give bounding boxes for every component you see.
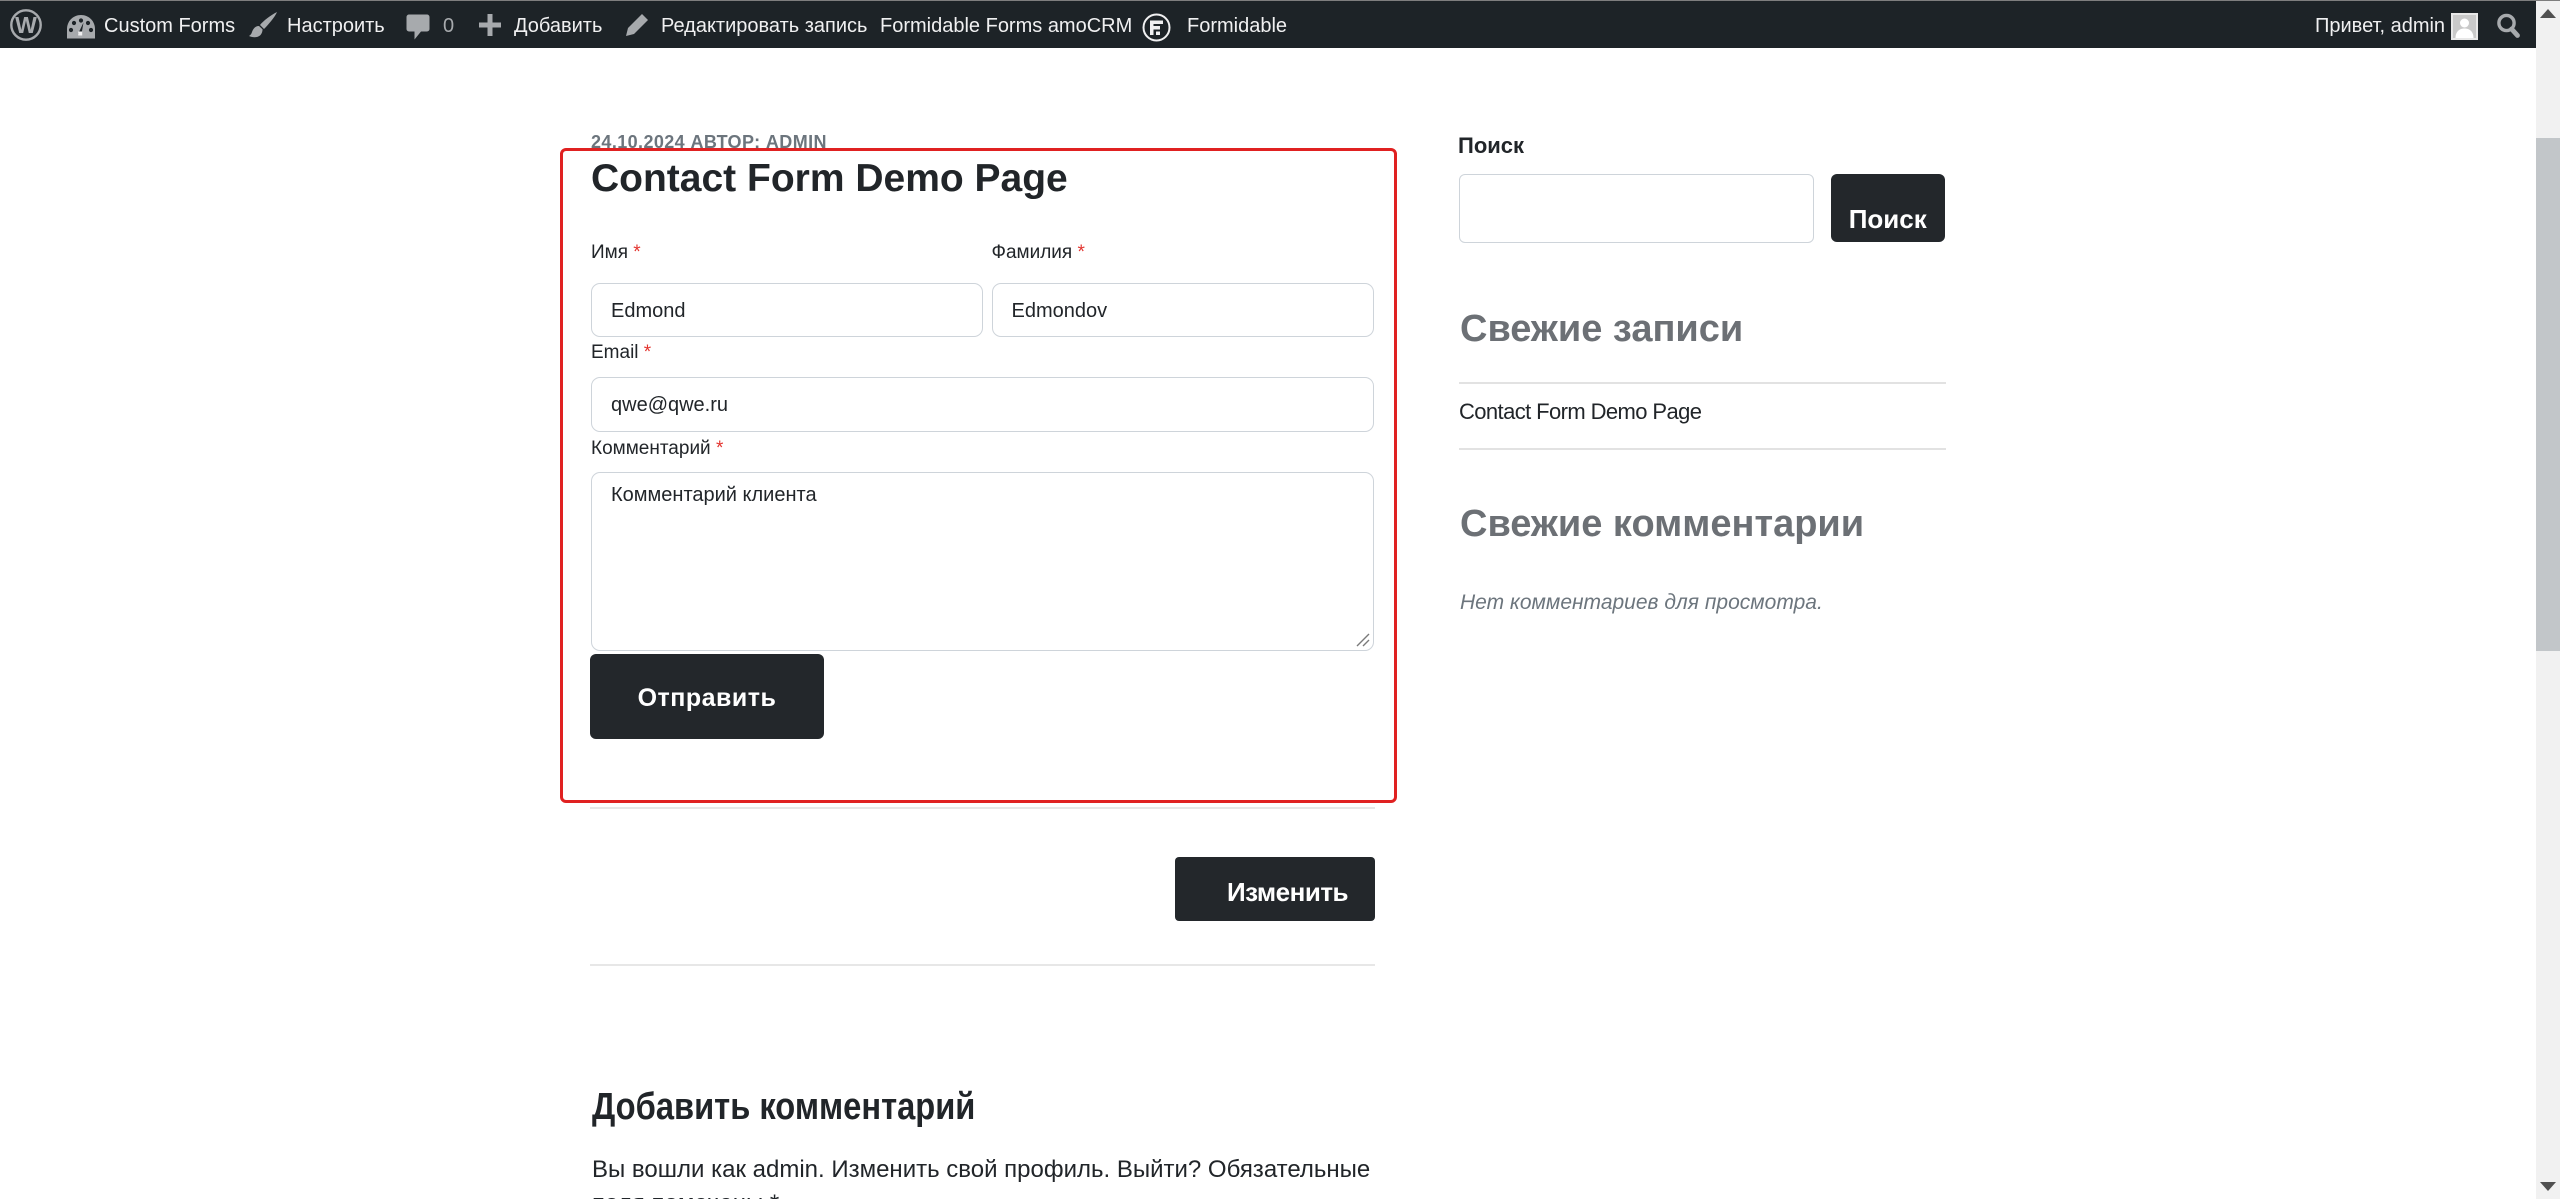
svg-text:W: W — [15, 12, 37, 38]
